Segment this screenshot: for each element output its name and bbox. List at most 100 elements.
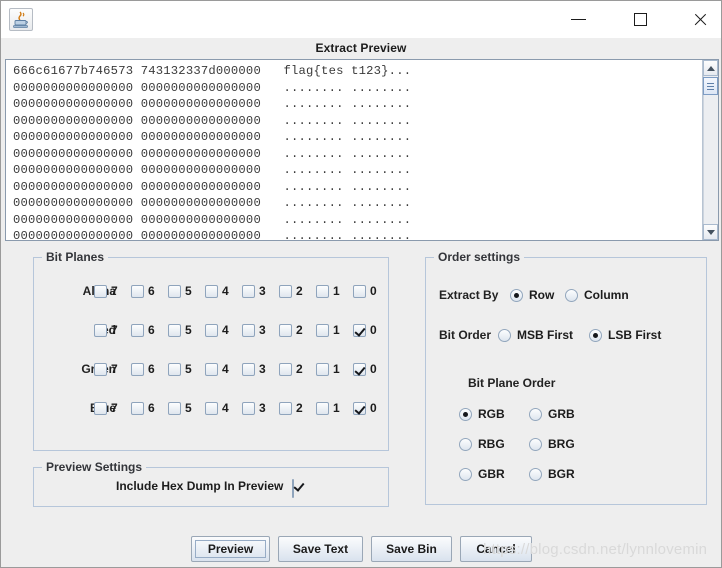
checkbox-alpha-bit-3[interactable]: 3 (242, 280, 266, 302)
bit-index-label: 4 (222, 401, 229, 415)
checkbox-box (353, 323, 366, 337)
checkbox-blue-bit-5[interactable]: 5 (168, 397, 192, 419)
hex-dump-vertical-scrollbar[interactable] (702, 60, 718, 240)
bit-plane-order-label: Bit Plane Order (468, 376, 556, 390)
checkbox-blue-bit-4[interactable]: 4 (205, 397, 229, 419)
radio-bit-plane-order-bgr[interactable]: BGR (529, 466, 575, 482)
scrollbar-track[interactable] (703, 76, 718, 224)
checkbox-blue-bit-1[interactable]: 1 (316, 397, 340, 419)
bit-index-label: 3 (259, 401, 266, 415)
checkbox-alpha-bit-7[interactable]: 7 (94, 280, 118, 302)
bit-index-label: 0 (370, 401, 377, 415)
bit-index-label: 1 (333, 323, 340, 337)
radio-bit-plane-order-brg[interactable]: BRG (529, 436, 575, 452)
checkbox-alpha-bit-1[interactable]: 1 (316, 280, 340, 302)
save-text-button[interactable]: Save Text (278, 536, 363, 562)
bit-index-label: 4 (222, 323, 229, 337)
maximize-button[interactable] (617, 1, 663, 38)
checkbox-blue-bit-3[interactable]: 3 (242, 397, 266, 419)
bit-index-label: 0 (370, 323, 377, 337)
checkbox-box (279, 401, 292, 415)
hex-dump-line: 0000000000000000 0000000000000000 ......… (13, 229, 412, 240)
checkbox-green-bit-0[interactable]: 0 (353, 358, 377, 380)
scrollbar-thumb[interactable] (703, 77, 718, 95)
radio-extract-by-row[interactable]: Row (510, 287, 554, 303)
radio-label: GRB (548, 407, 575, 421)
checkbox-blue-bit-2[interactable]: 2 (279, 397, 303, 419)
checkbox-red-bit-1[interactable]: 1 (316, 319, 340, 341)
checkbox-box (279, 362, 292, 376)
checkbox-box (316, 362, 329, 376)
checkbox-green-bit-7[interactable]: 7 (94, 358, 118, 380)
extract-by-label: Extract By (439, 288, 499, 302)
bit-index-label: 5 (185, 284, 192, 298)
checkbox-red-bit-6[interactable]: 6 (131, 319, 155, 341)
checkbox-blue-bit-0[interactable]: 0 (353, 397, 377, 419)
checkbox-box (168, 323, 181, 337)
hex-dump-line: 0000000000000000 0000000000000000 ......… (13, 146, 412, 161)
hex-dump-line: 0000000000000000 0000000000000000 ......… (13, 97, 412, 111)
checkbox-alpha-bit-4[interactable]: 4 (205, 280, 229, 302)
checkbox-green-bit-1[interactable]: 1 (316, 358, 340, 380)
radio-bit-order-lsb-first[interactable]: LSB First (589, 327, 661, 343)
checkbox-green-bit-3[interactable]: 3 (242, 358, 266, 380)
dialog-title: Extract Preview (1, 38, 721, 58)
cancel-button[interactable]: Cancel (460, 536, 532, 562)
grip-line (707, 82, 714, 84)
bit-index-label: 3 (259, 284, 266, 298)
checkbox-box (131, 362, 144, 376)
checkbox-red-bit-3[interactable]: 3 (242, 319, 266, 341)
preview-button[interactable]: Preview (191, 536, 270, 562)
radio-button (459, 467, 472, 481)
radio-bit-plane-order-gbr[interactable]: GBR (459, 466, 505, 482)
bit-index-label: 3 (259, 362, 266, 376)
minimize-button[interactable] (555, 1, 601, 38)
hex-dump-line: 0000000000000000 0000000000000000 ......… (13, 80, 412, 95)
radio-label: MSB First (517, 328, 574, 342)
radio-extract-by-column[interactable]: Column (565, 287, 629, 303)
checkbox-box (131, 401, 144, 415)
preview-settings-title: Preview Settings (42, 460, 147, 474)
checkbox-green-bit-6[interactable]: 6 (131, 358, 155, 380)
checkbox-red-bit-0[interactable]: 0 (353, 319, 377, 341)
checkbox-box (242, 401, 255, 415)
checkbox-box (205, 362, 218, 376)
hex-dump-line: 0000000000000000 0000000000000000 ......… (13, 212, 412, 227)
radio-bit-plane-order-grb[interactable]: GRB (529, 406, 575, 422)
hex-dump-panel: 666c61677b746573 743132337d000000 flag{t… (5, 59, 719, 241)
hex-dump-text[interactable]: 666c61677b746573 743132337d000000 flag{t… (6, 60, 701, 240)
checkbox-alpha-bit-6[interactable]: 6 (131, 280, 155, 302)
scroll-up-button[interactable] (703, 60, 718, 76)
checkbox-red-bit-2[interactable]: 2 (279, 319, 303, 341)
checkbox-green-bit-5[interactable]: 5 (168, 358, 192, 380)
bit-index-label: 7 (111, 284, 118, 298)
bit-order-label: Bit Order (439, 328, 492, 342)
checkbox-red-bit-5[interactable]: 5 (168, 319, 192, 341)
checkbox-green-bit-2[interactable]: 2 (279, 358, 303, 380)
scroll-down-button[interactable] (703, 224, 718, 240)
bit-index-label: 2 (296, 284, 303, 298)
checkbox-green-bit-4[interactable]: 4 (205, 358, 229, 380)
radio-bit-plane-order-rgb[interactable]: RGB (459, 406, 505, 422)
checkbox-red-bit-4[interactable]: 4 (205, 319, 229, 341)
close-button[interactable] (677, 1, 722, 38)
radio-bit-plane-order-rbg[interactable]: RBG (459, 436, 505, 452)
checkbox-box (242, 362, 255, 376)
checkbox-alpha-bit-2[interactable]: 2 (279, 280, 303, 302)
checkbox-alpha-bit-0[interactable]: 0 (353, 280, 377, 302)
include-hex-dump-checkbox[interactable] (292, 479, 294, 498)
radio-button (529, 467, 542, 481)
checkbox-red-bit-7[interactable]: 7 (94, 319, 118, 341)
radio-label: LSB First (608, 328, 662, 342)
checkbox-blue-bit-6[interactable]: 6 (131, 397, 155, 419)
checkbox-box (205, 323, 218, 337)
checkbox-alpha-bit-5[interactable]: 5 (168, 280, 192, 302)
checkbox-box (168, 284, 181, 298)
hex-dump-line: 0000000000000000 0000000000000000 ......… (13, 163, 412, 177)
bit-planes-title: Bit Planes (42, 250, 109, 264)
checkbox-blue-bit-7[interactable]: 7 (94, 397, 118, 419)
checkbox-box (94, 362, 107, 376)
radio-bit-order-msb-first[interactable]: MSB First (498, 327, 573, 343)
radio-label: BRG (548, 437, 575, 451)
save-bin-button[interactable]: Save Bin (371, 536, 452, 562)
